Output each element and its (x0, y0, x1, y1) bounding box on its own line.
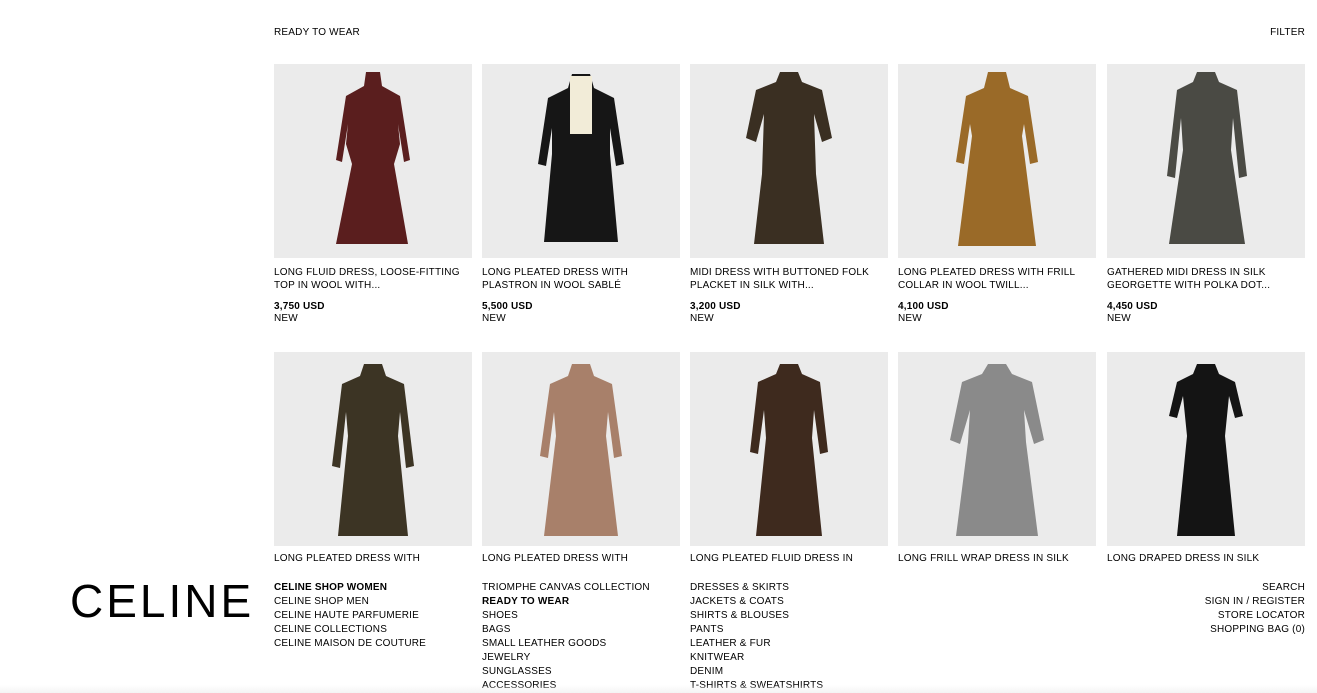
footer-link[interactable]: SUNGLASSES (482, 665, 650, 679)
product-price: 4,100 USD (898, 301, 949, 312)
product-card[interactable]: LONG DRAPED DRESS IN SILK (1107, 352, 1305, 567)
product-image[interactable] (690, 352, 888, 546)
footer-link[interactable]: KNITWEAR (690, 651, 823, 665)
product-image[interactable] (274, 352, 472, 546)
product-image[interactable] (898, 352, 1096, 546)
footer-link-active[interactable]: READY TO WEAR (482, 595, 650, 609)
dress-image (750, 364, 828, 536)
footer-link[interactable]: CELINE SHOP WOMEN (274, 581, 426, 595)
dress-image (1167, 72, 1247, 244)
footer-link[interactable]: BAGS (482, 623, 650, 637)
product-image[interactable] (482, 352, 680, 546)
footer-col-shops: CELINE SHOP WOMEN CELINE SHOP MEN CELINE… (274, 581, 426, 651)
product-name[interactable]: LONG FRILL WRAP DRESS IN SILK (898, 552, 1088, 565)
dress-image (540, 364, 622, 536)
footer-link[interactable]: CELINE SHOP MEN (274, 595, 426, 609)
footer-link[interactable]: SHIRTS & BLOUSES (690, 609, 823, 623)
product-name[interactable]: GATHERED MIDI DRESS IN SILK GEORGETTE WI… (1107, 266, 1297, 292)
product-card[interactable]: GATHERED MIDI DRESS IN SILK GEORGETTE WI… (1107, 64, 1305, 324)
dress-image (956, 72, 1038, 246)
product-image[interactable] (1107, 64, 1305, 258)
product-card[interactable]: LONG PLEATED DRESS WITH (482, 352, 680, 567)
dress-image (746, 72, 832, 244)
product-image[interactable] (898, 64, 1096, 258)
footer-link[interactable]: DENIM (690, 665, 823, 679)
new-badge: NEW (898, 313, 922, 324)
page-header: READY TO WEAR FILTER (274, 27, 1305, 39)
dress-image (1169, 364, 1243, 536)
search-link[interactable]: SEARCH (1205, 581, 1305, 595)
footer-col-categories: TRIOMPHE CANVAS COLLECTION READY TO WEAR… (482, 581, 650, 693)
product-card[interactable]: LONG PLEATED DRESS WITH PLASTRON IN WOOL… (482, 64, 680, 324)
footer-col-subcategories: DRESSES & SKIRTS JACKETS & COATS SHIRTS … (690, 581, 823, 693)
footer-link[interactable]: CELINE MAISON DE COUTURE (274, 637, 426, 651)
product-image[interactable] (482, 64, 680, 258)
dress-image (950, 364, 1044, 536)
product-card[interactable]: LONG FLUID DRESS, LOOSE-FITTING TOP IN W… (274, 64, 472, 324)
celine-logo[interactable]: CELINE (70, 578, 254, 624)
footer-link[interactable]: JACKETS & COATS (690, 595, 823, 609)
footer-col-account: SEARCH SIGN IN / REGISTER STORE LOCATOR … (1205, 581, 1305, 637)
product-name[interactable]: LONG FLUID DRESS, LOOSE-FITTING TOP IN W… (274, 266, 464, 292)
footer-link[interactable]: DRESSES & SKIRTS (690, 581, 823, 595)
new-badge: NEW (1107, 313, 1131, 324)
footer-link[interactable]: TRIOMPHE CANVAS COLLECTION (482, 581, 650, 595)
product-image[interactable] (1107, 352, 1305, 546)
product-row: LONG PLEATED DRESS WITH LONG PLEATED DRE… (274, 352, 1305, 567)
product-name[interactable]: LONG PLEATED FLUID DRESS IN (690, 552, 880, 565)
product-row: LONG FLUID DRESS, LOOSE-FITTING TOP IN W… (274, 64, 1305, 334)
filter-button[interactable]: FILTER (1270, 27, 1305, 38)
footer-link[interactable]: JEWELRY (482, 651, 650, 665)
site-footer: CELINE CELINE SHOP WOMEN CELINE SHOP MEN… (0, 573, 1317, 693)
product-card[interactable]: LONG PLEATED DRESS WITH (274, 352, 472, 567)
product-price: 4,450 USD (1107, 301, 1158, 312)
dress-image (538, 74, 624, 242)
product-name[interactable]: LONG DRAPED DRESS IN SILK (1107, 552, 1297, 565)
shopping-bag-link[interactable]: SHOPPING BAG (0) (1205, 623, 1305, 637)
product-price: 3,200 USD (690, 301, 741, 312)
page-title: READY TO WEAR (274, 27, 360, 38)
product-image[interactable] (274, 64, 472, 258)
product-name[interactable]: LONG PLEATED DRESS WITH (482, 552, 672, 565)
footer-link[interactable]: SHOES (482, 609, 650, 623)
product-name[interactable]: LONG PLEATED DRESS WITH FRILL COLLAR IN … (898, 266, 1088, 292)
new-badge: NEW (482, 313, 506, 324)
product-card[interactable]: LONG PLEATED FLUID DRESS IN (690, 352, 888, 567)
product-price: 5,500 USD (482, 301, 533, 312)
product-name[interactable]: LONG PLEATED DRESS WITH PLASTRON IN WOOL… (482, 266, 672, 292)
footer-link[interactable]: CELINE HAUTE PARFUMERIE (274, 609, 426, 623)
sign-in-link[interactable]: SIGN IN / REGISTER (1205, 595, 1305, 609)
dress-image (332, 364, 414, 536)
footer-link[interactable]: CELINE COLLECTIONS (274, 623, 426, 637)
bottom-fade (0, 685, 1317, 693)
product-name[interactable]: MIDI DRESS WITH BUTTONED FOLK PLACKET IN… (690, 266, 880, 292)
product-card[interactable]: MIDI DRESS WITH BUTTONED FOLK PLACKET IN… (690, 64, 888, 324)
new-badge: NEW (274, 313, 298, 324)
product-card[interactable]: LONG FRILL WRAP DRESS IN SILK (898, 352, 1096, 567)
footer-link[interactable]: PANTS (690, 623, 823, 637)
footer-link[interactable]: SMALL LEATHER GOODS (482, 637, 650, 651)
product-name[interactable]: LONG PLEATED DRESS WITH (274, 552, 464, 565)
new-badge: NEW (690, 313, 714, 324)
store-locator-link[interactable]: STORE LOCATOR (1205, 609, 1305, 623)
product-card[interactable]: LONG PLEATED DRESS WITH FRILL COLLAR IN … (898, 64, 1096, 324)
dress-image (336, 72, 410, 244)
product-image[interactable] (690, 64, 888, 258)
footer-link[interactable]: LEATHER & FUR (690, 637, 823, 651)
product-price: 3,750 USD (274, 301, 325, 312)
